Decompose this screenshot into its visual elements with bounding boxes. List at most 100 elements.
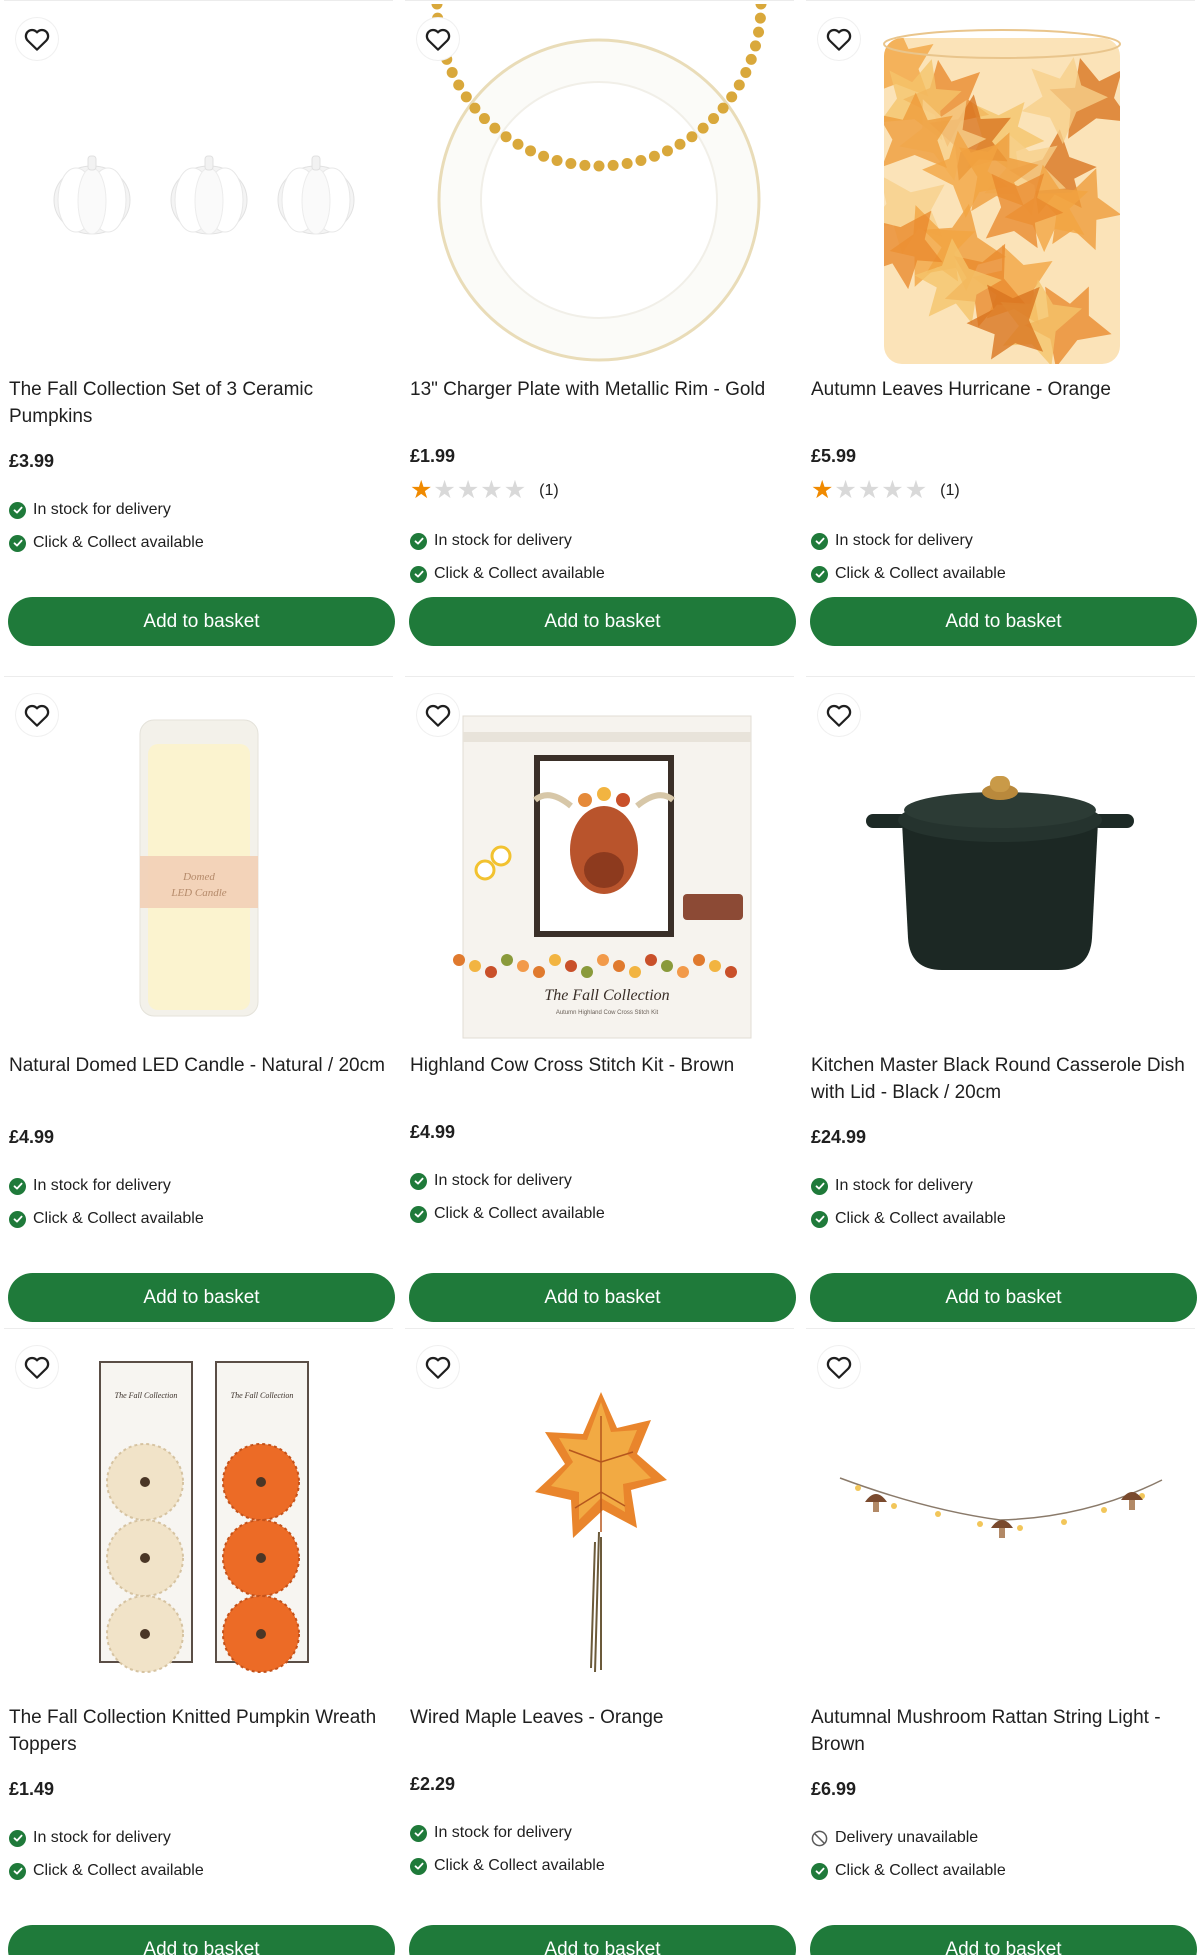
check-circle-icon	[9, 501, 26, 519]
heart-icon	[824, 700, 854, 730]
divider	[4, 0, 393, 1]
delivery-status-label: In stock for delivery	[33, 1829, 171, 1846]
wishlist-button[interactable]	[417, 1346, 459, 1388]
collect-status-label: Click & Collect available	[835, 1862, 1006, 1879]
add-to-basket-button[interactable]: Add to basket	[8, 1273, 395, 1322]
star-icon: ★	[480, 476, 503, 504]
delivery-status: In stock for delivery	[9, 1829, 171, 1847]
check-circle-icon	[811, 1862, 828, 1880]
product-price: £3.99	[9, 451, 55, 471]
delivery-status: In stock for delivery	[410, 532, 572, 550]
wishlist-button[interactable]	[16, 694, 58, 736]
product-image[interactable]: The Fall Collection The Fall Collection	[4, 1332, 393, 1692]
heart-icon	[423, 1352, 453, 1382]
delivery-status-label: In stock for delivery	[434, 1824, 572, 1841]
delivery-status: In stock for delivery	[410, 1824, 572, 1842]
star-icon: ★	[433, 476, 456, 504]
delivery-status-label: In stock for delivery	[835, 1177, 973, 1194]
product-grid: The Fall Collection Set of 3 Ceramic Pum…	[0, 0, 1200, 1955]
add-to-basket-button[interactable]: Add to basket	[810, 1925, 1197, 1955]
product-title[interactable]: Kitchen Master Black Round Casserole Dis…	[811, 1052, 1191, 1106]
product-image[interactable]: Domed LED Candle	[4, 680, 393, 1040]
no-entry-icon	[811, 1830, 835, 1847]
wishlist-button[interactable]	[818, 1346, 860, 1388]
svg-text:The Fall Collection: The Fall Collection	[115, 1391, 178, 1400]
product-image[interactable]	[806, 4, 1195, 364]
collect-status: Click & Collect available	[410, 1205, 605, 1223]
check-circle-icon	[9, 534, 26, 552]
delivery-status-label: In stock for delivery	[434, 1172, 572, 1189]
product-image[interactable]	[405, 4, 794, 364]
product-image[interactable]	[4, 4, 393, 364]
product-price: £4.99	[410, 1122, 456, 1142]
divider	[4, 1328, 393, 1329]
check-circle-icon	[410, 565, 427, 583]
collect-status: Click & Collect available	[9, 1210, 204, 1228]
divider	[806, 676, 1195, 677]
product-title[interactable]: The Fall Collection Knitted Pumpkin Wrea…	[9, 1704, 389, 1758]
product-title[interactable]: The Fall Collection Set of 3 Ceramic Pum…	[9, 376, 389, 430]
product-title[interactable]: Autumn Leaves Hurricane - Orange	[811, 376, 1191, 403]
heart-icon	[22, 1352, 52, 1382]
product-image[interactable]	[405, 1332, 794, 1692]
star-icon: ★	[834, 476, 857, 504]
delivery-status-label: In stock for delivery	[33, 501, 171, 518]
divider	[405, 676, 794, 677]
collect-status-label: Click & Collect available	[33, 1210, 204, 1227]
add-to-basket-button[interactable]: Add to basket	[409, 597, 796, 646]
product-title[interactable]: Natural Domed LED Candle - Natural / 20c…	[9, 1052, 389, 1079]
check-circle-icon	[9, 1862, 26, 1880]
star-icon: ★	[811, 476, 834, 504]
rating[interactable]: ★ ★ ★ ★ ★ (1)	[410, 478, 559, 503]
product-price: £1.49	[9, 1779, 55, 1799]
product-title[interactable]: Autumnal Mushroom Rattan String Light - …	[811, 1704, 1191, 1758]
add-to-basket-button[interactable]: Add to basket	[8, 597, 395, 646]
heart-icon	[423, 700, 453, 730]
delivery-status: In stock for delivery	[811, 532, 973, 550]
check-circle-icon	[9, 1210, 26, 1228]
rating[interactable]: ★ ★ ★ ★ ★ (1)	[811, 478, 960, 503]
wishlist-button[interactable]	[16, 18, 58, 60]
product-title[interactable]: 13" Charger Plate with Metallic Rim - Go…	[410, 376, 790, 403]
divider	[806, 0, 1195, 1]
check-circle-icon	[811, 1210, 828, 1228]
wishlist-button[interactable]	[417, 18, 459, 60]
check-circle-icon	[410, 1205, 427, 1223]
delivery-status-label: In stock for delivery	[434, 532, 572, 549]
add-to-basket-button[interactable]: Add to basket	[810, 597, 1197, 646]
collect-status-label: Click & Collect available	[434, 1857, 605, 1874]
divider	[405, 0, 794, 1]
check-circle-icon	[811, 1177, 828, 1195]
product-price: £6.99	[811, 1779, 857, 1799]
wishlist-button[interactable]	[16, 1346, 58, 1388]
delivery-status: In stock for delivery	[9, 501, 171, 519]
add-to-basket-button[interactable]: Add to basket	[409, 1273, 796, 1322]
check-circle-icon	[410, 1172, 427, 1190]
heart-icon	[824, 1352, 854, 1382]
check-circle-icon	[410, 532, 427, 550]
add-to-basket-button[interactable]: Add to basket	[8, 1925, 395, 1955]
wishlist-button[interactable]	[818, 694, 860, 736]
add-to-basket-button[interactable]: Add to basket	[409, 1925, 796, 1955]
star-icon: ★	[410, 476, 433, 504]
product-image[interactable]: The Fall Collection Autumn Highland Cow …	[405, 680, 794, 1040]
product-title[interactable]: Wired Maple Leaves - Orange	[410, 1704, 790, 1731]
check-circle-icon	[811, 565, 828, 583]
wishlist-button[interactable]	[818, 18, 860, 60]
product-image[interactable]	[806, 680, 1195, 1040]
product-title[interactable]: Highland Cow Cross Stitch Kit - Brown	[410, 1052, 790, 1079]
divider	[405, 1328, 794, 1329]
heart-icon	[22, 24, 52, 54]
product-price: £1.99	[410, 446, 456, 466]
product-price: £24.99	[811, 1127, 867, 1147]
delivery-status: In stock for delivery	[811, 1177, 973, 1195]
wishlist-button[interactable]	[417, 694, 459, 736]
delivery-status-label: In stock for delivery	[835, 532, 973, 549]
delivery-status-label: In stock for delivery	[33, 1177, 171, 1194]
star-icon: ★	[904, 476, 928, 504]
collect-status: Click & Collect available	[811, 1862, 1006, 1880]
star-icon: ★	[456, 476, 480, 504]
add-to-basket-button[interactable]: Add to basket	[810, 1273, 1197, 1322]
product-image[interactable]	[806, 1332, 1195, 1692]
collect-status-label: Click & Collect available	[33, 1862, 204, 1879]
